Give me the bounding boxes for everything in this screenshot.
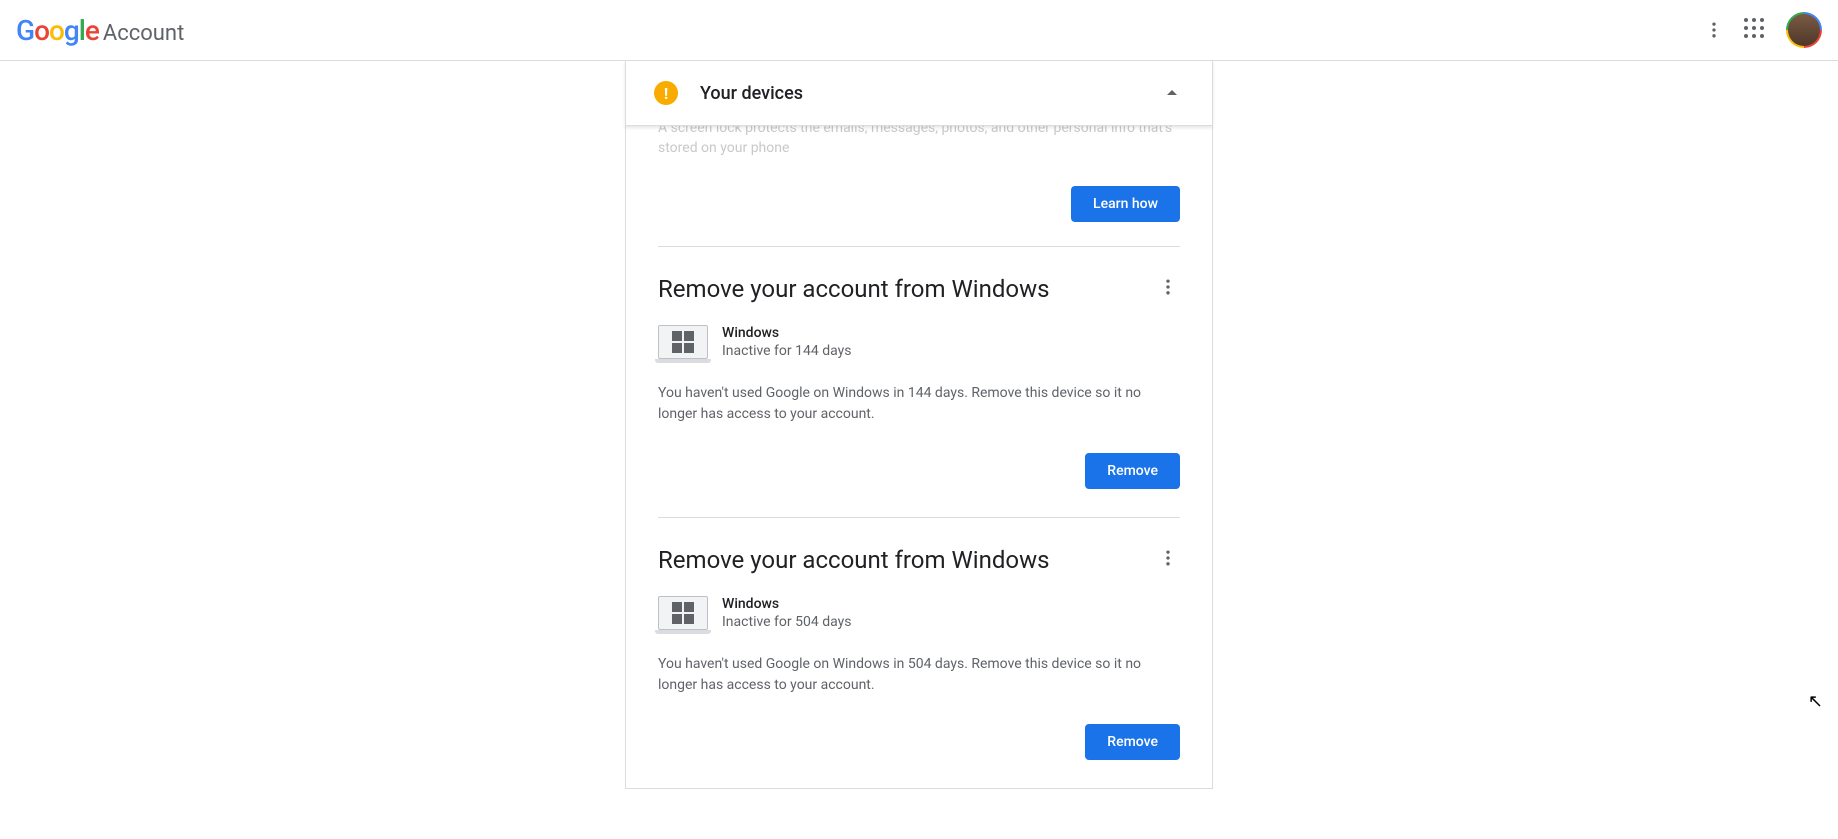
device-status: Inactive for 144 days (722, 343, 1180, 359)
device-description: You haven't used Google on Windows in 50… (658, 654, 1180, 696)
google-logo: Google (16, 14, 99, 47)
windows-device-icon (658, 325, 708, 359)
section-menu-icon[interactable] (1156, 546, 1180, 570)
devices-card: OnePlus OnePlus3T ! No screen lock detec… (625, 61, 1213, 789)
account-avatar[interactable] (1786, 12, 1822, 48)
remove-button[interactable]: Remove (1085, 453, 1180, 489)
more-vert-icon[interactable] (1702, 18, 1726, 42)
device-name: Windows (722, 325, 1180, 341)
sticky-section-header[interactable]: ! Your devices (625, 61, 1213, 126)
learn-how-button[interactable]: Learn how (1071, 186, 1180, 222)
chevron-up-icon[interactable] (1160, 81, 1184, 105)
account-label: Account (103, 21, 184, 46)
section-title: Remove your account from Windows (658, 275, 1156, 303)
section-menu-icon[interactable] (1156, 275, 1180, 299)
warning-icon: ! (654, 81, 678, 105)
device-name: Windows (722, 596, 1180, 612)
section-title: Remove your account from Windows (658, 546, 1156, 574)
device-status: Inactive for 504 days (722, 614, 1180, 630)
top-bar: Google Account (0, 0, 1838, 61)
device-section-1: Remove your account from Windows Windows… (626, 518, 1212, 788)
device-description: You haven't used Google on Windows in 14… (658, 383, 1180, 425)
sticky-title: Your devices (700, 83, 1138, 104)
windows-device-icon (658, 596, 708, 630)
google-account-logo[interactable]: Google Account (16, 14, 184, 47)
remove-button[interactable]: Remove (1085, 724, 1180, 760)
device-section-0: Remove your account from Windows Windows… (626, 247, 1212, 517)
google-apps-icon[interactable] (1744, 18, 1768, 42)
